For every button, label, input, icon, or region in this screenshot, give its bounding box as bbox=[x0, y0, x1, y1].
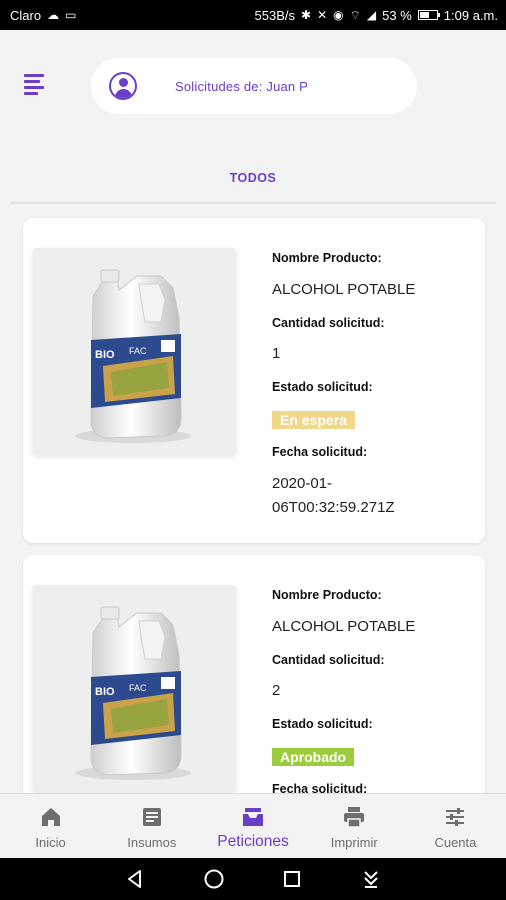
nav-label: Inicio bbox=[35, 835, 66, 850]
quantity-label: Cantidad solicitud: bbox=[272, 653, 385, 667]
status-badge: En espera bbox=[272, 411, 355, 429]
brand-text: BIO bbox=[95, 349, 115, 361]
status-badge: Aprobado bbox=[272, 748, 355, 766]
nav-insumos[interactable]: Insumos bbox=[101, 794, 202, 858]
nav-inicio[interactable]: Inicio bbox=[0, 794, 101, 858]
screen-icon: ▭ bbox=[65, 8, 77, 22]
product-name-value: ALCOHOL POTABLE bbox=[272, 618, 416, 635]
recents-icon[interactable] bbox=[280, 867, 304, 891]
home-button-icon[interactable] bbox=[202, 867, 226, 891]
product-name-label: Nombre Producto: bbox=[272, 251, 382, 265]
product-image: BIO FAC bbox=[33, 248, 236, 455]
menu-icon[interactable] bbox=[24, 74, 46, 95]
brand-text: FAC bbox=[129, 346, 147, 356]
app-header: Solicitudes de: Juan P bbox=[0, 30, 506, 140]
product-image: BIO FAC bbox=[33, 585, 236, 792]
requests-owner-label: Solicitudes de: Juan P bbox=[175, 78, 309, 94]
product-name-label: Nombre Producto: bbox=[272, 588, 382, 602]
quantity-label: Cantidad solicitud: bbox=[272, 316, 385, 330]
brand-text: FAC bbox=[129, 683, 147, 693]
date-label: Fecha solicitud: bbox=[272, 445, 368, 459]
system-navigation-bar bbox=[0, 858, 506, 900]
document-icon bbox=[142, 808, 161, 826]
wifi-icon: ⌔ bbox=[349, 8, 361, 22]
status-label: Estado solicitud: bbox=[272, 380, 373, 394]
nav-imprimir[interactable]: Imprimir bbox=[304, 794, 405, 858]
date-label: Fecha solicitud: bbox=[272, 782, 368, 793]
date-value-line2: 06T00:32:59.271Z bbox=[272, 499, 395, 516]
cloud-icon: ☁ bbox=[47, 8, 60, 22]
requests-list[interactable]: BIO FAC Nombre Producto: ALCOHOL POTABLE… bbox=[0, 205, 506, 793]
battery-icon bbox=[417, 10, 440, 20]
bluetooth-icon: ✱ bbox=[301, 8, 312, 22]
carrier-label: Claro bbox=[10, 7, 42, 23]
quantity-value: 2 bbox=[272, 682, 281, 699]
filter-tabs: TODOS bbox=[10, 160, 496, 204]
bottom-navigation: Inicio Insumos Peticiones Imprimir Cuent… bbox=[0, 793, 506, 858]
status-label: Estado solicitud: bbox=[272, 717, 373, 731]
tab-todos[interactable]: TODOS bbox=[10, 171, 496, 185]
nav-label: Peticiones bbox=[217, 833, 289, 850]
battery-percent: 53 % bbox=[382, 7, 412, 23]
inbox-icon bbox=[243, 808, 263, 826]
home-icon bbox=[41, 808, 60, 826]
status-bar: Claro ☁ ▭ 553B/s ✱ ✕ ◉ ⌔ ◢ 53 % 1:09 a.m… bbox=[0, 0, 506, 30]
nav-peticiones[interactable]: Peticiones bbox=[202, 794, 303, 858]
user-avatar-icon bbox=[109, 72, 137, 100]
printer-icon bbox=[344, 807, 365, 828]
nav-label: Imprimir bbox=[330, 835, 378, 850]
request-card[interactable]: BIO FAC Nombre Producto: ALCOHOL POTABLE… bbox=[23, 218, 485, 543]
product-name-value: ALCOHOL POTABLE bbox=[272, 281, 416, 298]
brand-text: BIO bbox=[95, 686, 115, 698]
mute-icon: ✕ bbox=[317, 8, 328, 22]
requests-owner-pill[interactable]: Solicitudes de: Juan P bbox=[91, 58, 417, 114]
network-speed: 553B/s bbox=[254, 7, 296, 23]
nav-label: Insumos bbox=[127, 835, 177, 850]
request-card[interactable]: BIO FAC Nombre Producto: ALCOHOL POTABLE… bbox=[23, 555, 485, 793]
signal-icon: ◢ bbox=[366, 8, 377, 22]
notification-pull-icon[interactable] bbox=[359, 867, 383, 891]
sliders-icon bbox=[446, 808, 465, 826]
eye-icon: ◉ bbox=[333, 8, 344, 22]
nav-cuenta[interactable]: Cuenta bbox=[405, 794, 506, 858]
clock: 1:09 a.m. bbox=[443, 7, 498, 23]
back-icon[interactable] bbox=[123, 867, 147, 891]
nav-label: Cuenta bbox=[434, 835, 477, 850]
quantity-value: 1 bbox=[272, 345, 281, 362]
date-value-line1: 2020-01- bbox=[272, 475, 333, 492]
